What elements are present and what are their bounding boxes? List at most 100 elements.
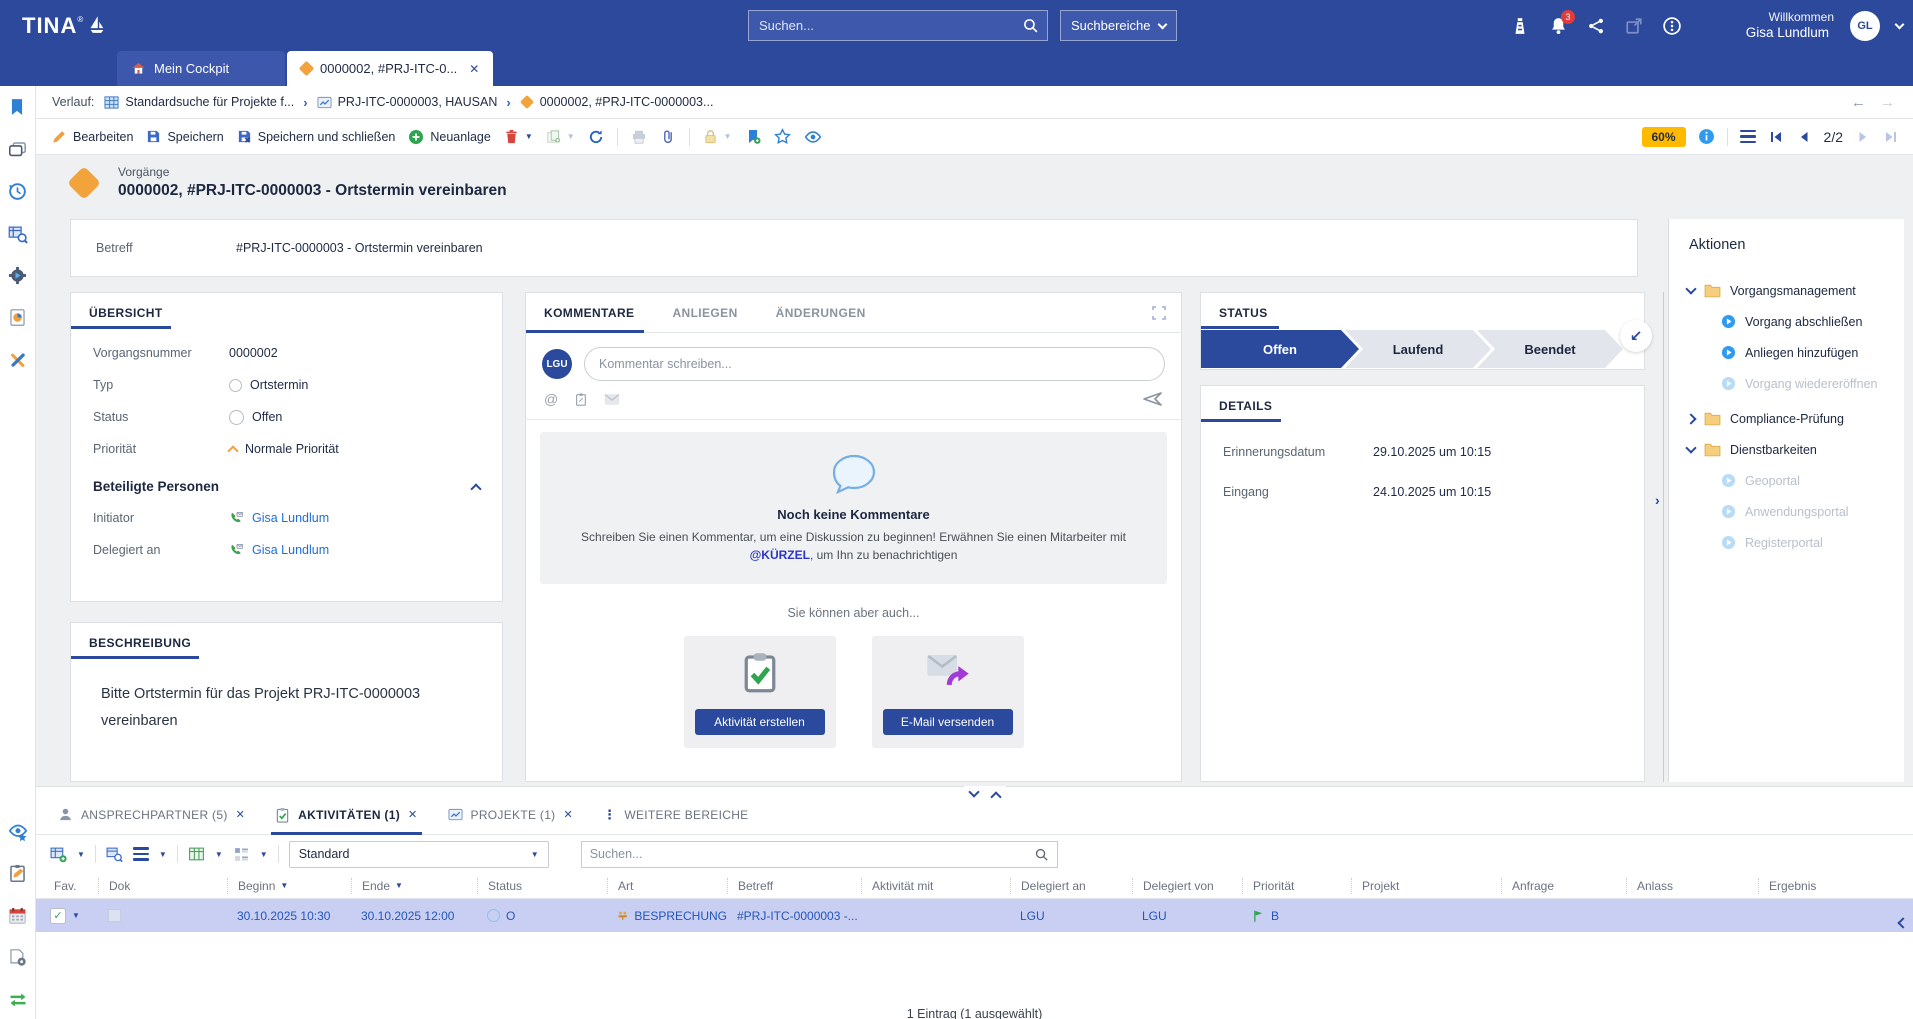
tab-weitere-bereiche[interactable]: ⋮ WEITERE BEREICHE xyxy=(603,795,748,834)
view-select[interactable]: Standard ▼ xyxy=(289,841,549,868)
send-comment-icon[interactable] xyxy=(1143,391,1163,407)
column-layout-button[interactable] xyxy=(188,846,205,863)
search-scope-dropdown[interactable]: Suchbereiche xyxy=(1060,10,1177,41)
comment-input[interactable] xyxy=(584,347,1165,381)
tab-aktivitaeten[interactable]: AKTIVITÄTEN (1) ✕ xyxy=(275,795,417,834)
caret-down-icon[interactable]: ▼ xyxy=(215,850,223,859)
document-gear-icon[interactable] xyxy=(8,948,28,968)
close-icon[interactable]: ✕ xyxy=(563,808,573,821)
tree-group-dienstbarkeiten[interactable]: Dienstbarkeiten xyxy=(1669,434,1904,465)
close-icon[interactable]: ✕ xyxy=(408,808,418,821)
column-header[interactable]: Beginn▼ xyxy=(227,878,351,894)
save-button[interactable]: Speichern xyxy=(146,129,223,144)
close-tab-icon[interactable]: ✕ xyxy=(469,62,479,76)
task-clipboard-icon[interactable] xyxy=(574,392,588,407)
scroll-left-icon[interactable] xyxy=(1899,915,1907,930)
tab-anliegen[interactable]: ANLIEGEN xyxy=(672,306,737,320)
windows-stack-icon[interactable] xyxy=(8,140,28,160)
collapse-chevron-icon[interactable] xyxy=(470,483,481,494)
beschreibung-text[interactable]: Bitte Ortstermin für das Projekt PRJ-ITC… xyxy=(101,681,472,735)
caret-down-icon[interactable]: ▼ xyxy=(260,850,268,859)
fullscreen-icon[interactable] xyxy=(1151,305,1167,321)
gear-play-icon[interactable] xyxy=(8,266,28,286)
table-row[interactable]: ✓ ▼ 30.10.2025 10:30 30.10.2025 12:00 O … xyxy=(36,899,1913,932)
tab-aenderungen[interactable]: ÄNDERUNGEN xyxy=(776,306,866,320)
more-options-icon[interactable] xyxy=(1661,15,1683,37)
global-search[interactable] xyxy=(748,10,1048,41)
calendar-icon[interactable] xyxy=(8,906,28,926)
grid-search-box[interactable] xyxy=(581,841,1058,868)
user-avatar[interactable]: GL xyxy=(1850,11,1880,41)
nav-back-icon[interactable]: ← xyxy=(1851,94,1866,111)
column-header[interactable]: Anfrage xyxy=(1501,878,1626,894)
save-close-button[interactable]: Speichern und schließen xyxy=(237,129,396,144)
tab-record[interactable]: 0000002, #PRJ-ITC-0... ✕ xyxy=(287,51,493,86)
betreff-value[interactable]: #PRJ-ITC-0000003 - Ortstermin vereinbare… xyxy=(236,241,483,255)
dok-checkbox[interactable] xyxy=(108,909,121,922)
caret-down-icon[interactable]: ▼ xyxy=(77,850,85,859)
column-header[interactable]: Status xyxy=(477,878,607,894)
status-step-beendet[interactable]: Beendet xyxy=(1477,330,1623,368)
favorite-star-button[interactable] xyxy=(774,128,791,145)
column-header[interactable]: Delegiert an xyxy=(1010,878,1132,894)
delete-button[interactable]: ▼ xyxy=(504,129,533,144)
menu-icon[interactable] xyxy=(1740,130,1756,144)
send-email-card[interactable]: E-Mail versenden xyxy=(872,636,1024,748)
tree-group-compliance-pruefung[interactable]: Compliance-Prüfung xyxy=(1669,403,1904,434)
status-step-offen[interactable]: Offen xyxy=(1201,330,1359,368)
table-search-icon[interactable] xyxy=(8,224,28,244)
tab-kommentare[interactable]: KOMMENTARE xyxy=(544,306,634,320)
report-document-icon[interactable] xyxy=(8,308,28,328)
tab-mein-cockpit[interactable]: Mein Cockpit xyxy=(117,51,285,86)
action-vorgang-abschliessen[interactable]: Vorgang abschließen xyxy=(1669,306,1904,337)
panel-splitter-handle[interactable]: › xyxy=(1655,492,1660,508)
nav-forward-icon[interactable]: → xyxy=(1880,94,1895,111)
bookmark-icon[interactable] xyxy=(8,98,28,118)
lighthouse-icon[interactable] xyxy=(1509,15,1531,37)
status-collapse-icon[interactable]: ↙ xyxy=(1620,320,1652,352)
column-header[interactable]: Art xyxy=(607,878,727,894)
breadcrumb-item-search[interactable]: Standardsuche für Projekte f... xyxy=(104,95,294,110)
grid-menu-icon[interactable] xyxy=(133,847,149,861)
tab-projekte[interactable]: PROJEKTE (1) ✕ xyxy=(448,795,573,834)
mention-icon[interactable]: @ xyxy=(544,391,558,407)
breadcrumb-item-vorgang[interactable]: 0000002, #PRJ-ITC-0000003... xyxy=(520,95,714,109)
search-icon[interactable] xyxy=(1022,17,1039,34)
create-activity-card[interactable]: Aktivität erstellen xyxy=(684,636,836,748)
caret-down-icon[interactable]: ▼ xyxy=(525,132,533,141)
global-search-input[interactable] xyxy=(759,18,1022,33)
add-row-button[interactable] xyxy=(50,846,67,863)
watch-eye-button[interactable] xyxy=(804,128,822,146)
eye-star-icon[interactable] xyxy=(8,822,28,842)
first-page-icon[interactable] xyxy=(1768,129,1784,145)
app-logo[interactable]: TINA ® xyxy=(22,13,107,39)
previous-page-icon[interactable] xyxy=(1796,129,1812,145)
column-header[interactable]: Aktivität mit xyxy=(861,878,1010,894)
history-clock-icon[interactable] xyxy=(8,182,28,202)
column-header[interactable]: Betreff xyxy=(727,878,861,894)
refresh-button[interactable] xyxy=(588,129,604,145)
caret-down-icon[interactable]: ▼ xyxy=(159,850,167,859)
group-layout-button[interactable] xyxy=(233,846,250,863)
favorite-checkbox[interactable]: ✓ xyxy=(50,908,66,924)
email-icon[interactable] xyxy=(604,393,620,406)
column-header[interactable]: Dok xyxy=(98,878,227,894)
bookmark-add-button[interactable] xyxy=(745,129,761,145)
breadcrumb-item-project[interactable]: PRJ-ITC-0000003, HAUSAN xyxy=(317,95,498,110)
info-icon[interactable] xyxy=(1698,128,1715,145)
status-step-laufend[interactable]: Laufend xyxy=(1345,330,1491,368)
column-header[interactable]: Ergebnis xyxy=(1758,878,1898,894)
action-anliegen-hinzufuegen[interactable]: Anliegen hinzufügen xyxy=(1669,337,1904,368)
grid-search-input[interactable] xyxy=(590,847,1034,861)
tools-icon[interactable] xyxy=(8,350,28,370)
column-header[interactable]: Fav. xyxy=(36,878,98,894)
grid-search-button[interactable] xyxy=(106,846,123,863)
create-activity-button[interactable]: Aktivität erstellen xyxy=(695,709,825,735)
column-header[interactable]: Delegiert von xyxy=(1132,878,1242,894)
new-record-button[interactable]: Neuanlage xyxy=(408,129,490,145)
sync-arrows-icon[interactable] xyxy=(8,990,28,1010)
tab-ansprechpartner[interactable]: ANSPRECHPARTNER (5) ✕ xyxy=(58,795,245,834)
share-icon[interactable] xyxy=(1585,15,1607,37)
user-menu-chevron-icon[interactable] xyxy=(1895,19,1905,29)
attachment-button[interactable] xyxy=(660,129,676,145)
